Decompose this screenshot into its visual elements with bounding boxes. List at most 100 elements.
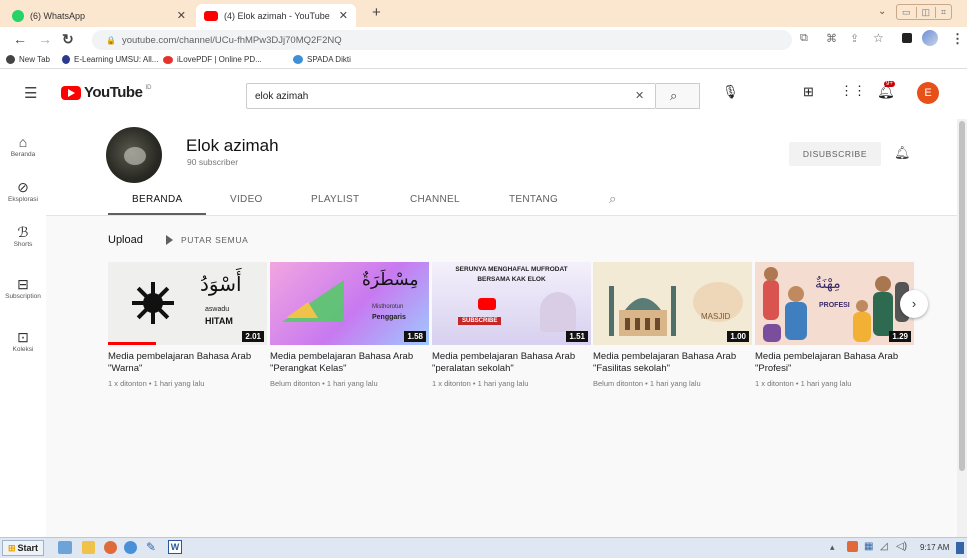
video-meta: Belum ditonton • 1 hari yang lalu <box>270 379 378 388</box>
search-box[interactable]: ✕ <box>246 83 656 109</box>
taskbar-desktop-icon[interactable] <box>58 541 72 554</box>
start-button[interactable]: ⊞ Start <box>2 540 45 556</box>
notification-bell-icon[interactable]: 🔔︎ <box>894 145 911 161</box>
account-avatar[interactable]: E <box>917 82 939 104</box>
back-icon[interactable]: ← <box>13 31 27 47</box>
browser-menu-icon[interactable]: ⋮ <box>951 31 964 47</box>
tab-beranda[interactable]: BERANDA <box>132 194 182 205</box>
show-desktop-button[interactable] <box>956 542 964 554</box>
notifications-button[interactable]: 🔔︎ 9+ <box>877 81 895 100</box>
active-tab-indicator <box>108 213 206 215</box>
cast-icon[interactable]: ⧉ <box>800 32 808 45</box>
new-tab-button[interactable]: + <box>372 4 381 21</box>
window-controls: ▭ ◫ ⌗ <box>896 4 953 20</box>
bookmark-ilovepdf[interactable]: iLovePDF | Online PD... <box>163 55 262 64</box>
search-button[interactable]: ⌕ <box>656 83 700 109</box>
carousel-next-button[interactable]: › <box>900 290 928 318</box>
tab-youtube[interactable]: (4) Elok azimah - YouTube ✕ <box>196 4 356 27</box>
close-window-icon[interactable]: ⌗ <box>935 6 951 18</box>
os-taskbar: ⊞ Start ✎ W ▴ ▦ ◿ ◁) 9:17 AM <box>0 537 967 558</box>
channel-avatar[interactable] <box>106 127 162 183</box>
url-text: youtube.com/channel/UCu-fhMPw3DJj70MQ2F2… <box>121 34 342 46</box>
tab-channel[interactable]: CHANNEL <box>410 194 460 205</box>
minimize-icon[interactable]: ▭ <box>897 7 916 18</box>
tab-search-icon[interactable]: ⌄ <box>878 6 886 17</box>
tray-network-icon[interactable]: ▦ <box>864 541 873 552</box>
page-scrollbar[interactable] <box>957 119 967 537</box>
search-input[interactable] <box>247 84 617 108</box>
play-all-label: PUTAR SEMUA <box>181 235 249 245</box>
bookmark-label: New Tab <box>19 55 50 64</box>
video-thumbnail[interactable]: MASJID 1.00 <box>593 262 752 345</box>
play-all-button[interactable]: PUTAR SEMUA <box>166 235 248 245</box>
tab-label: (6) WhatsApp <box>30 10 86 21</box>
bookmark-star-icon[interactable]: ☆ <box>873 31 884 45</box>
taskbar-chrome-icon[interactable] <box>124 541 137 554</box>
close-tab-icon[interactable]: ✕ <box>339 9 348 22</box>
microphone-icon[interactable]: 🎙 <box>722 84 739 100</box>
video-meta: Belum ditonton • 1 hari yang lalu <box>593 379 701 388</box>
clear-search-icon[interactable]: ✕ <box>635 89 644 102</box>
taskbar-word-icon[interactable]: W <box>168 540 182 554</box>
tray-app-icon[interactable] <box>847 541 858 552</box>
sidebar-item-koleksi[interactable]: ⊡ Koleksi <box>0 328 46 353</box>
presenter-figure <box>540 292 576 332</box>
translate-icon[interactable]: ⌘ <box>826 32 837 45</box>
taskbar-paint-icon[interactable]: ✎ <box>146 540 156 554</box>
video-title[interactable]: Media pembelajaran Bahasa Arab "Warna" <box>108 351 268 375</box>
tab-video[interactable]: VIDEO <box>230 194 263 205</box>
forward-icon[interactable]: → <box>38 31 52 47</box>
youtube-logo[interactable]: YouTube ID <box>61 84 151 101</box>
video-thumbnail[interactable]: مِهْنَةٌ PROFESI 1.29 <box>755 262 914 345</box>
thumb-arabic-text: أَسْوَدُ <box>200 272 242 296</box>
reload-icon[interactable]: ↻ <box>62 31 74 48</box>
tray-volume-icon[interactable]: ◁) <box>896 541 907 552</box>
video-title[interactable]: Media pembelajaran Bahasa Arab "peralata… <box>432 351 592 375</box>
channel-name: Elok azimah <box>186 136 279 155</box>
bookmark-new-tab[interactable]: New Tab <box>6 55 50 64</box>
tab-tentang[interactable]: TENTANG <box>509 194 558 205</box>
video-duration: 1.58 <box>404 331 426 342</box>
tray-arrow-icon[interactable]: ▴ <box>830 542 835 553</box>
thumb-transliteration: Misthorotun <box>372 304 404 310</box>
video-meta: 1 x ditonton • 1 hari yang lalu <box>108 379 205 388</box>
scrollbar-thumb[interactable] <box>959 121 965 471</box>
bookmark-spada[interactable]: SPADA Dikti <box>293 55 351 64</box>
video-thumbnail[interactable]: أَسْوَدُ aswadu HITAM 2.01 <box>108 262 267 345</box>
close-tab-icon[interactable]: ✕ <box>177 9 186 22</box>
sidebar: ⌂ Beranda ⊘ Eksplorasi ℬ Shorts ⊟ Subscr… <box>0 119 46 537</box>
sidebar-item-eksplorasi[interactable]: ⊘ Eksplorasi <box>0 178 46 203</box>
hamburger-menu-icon[interactable]: ☰ <box>24 84 37 102</box>
video-thumbnail[interactable]: مِسْطَرَةٌ Misthorotun Penggaris 1.58 <box>270 262 429 345</box>
sidebar-item-shorts[interactable]: ℬ Shorts <box>0 223 46 248</box>
profile-avatar-icon[interactable] <box>922 30 938 46</box>
channel-search-icon[interactable]: ⌕ <box>609 191 616 207</box>
sidebar-item-subscription[interactable]: ⊟ Subscription <box>0 275 46 300</box>
tray-signal-icon[interactable]: ◿ <box>880 541 888 552</box>
tab-whatsapp[interactable]: (6) WhatsApp ✕ <box>4 4 194 27</box>
share-icon[interactable]: ⇪ <box>850 32 859 45</box>
video-thumbnail[interactable]: SERUNYA MENGHAFAL MUFRODAT BERSAMA KAK E… <box>432 262 591 345</box>
apps-grid-icon[interactable]: ⋮⋮ <box>840 83 866 99</box>
thumb-meaning: HITAM <box>205 316 233 326</box>
address-bar[interactable]: 🔒 youtube.com/channel/UCu-fhMPw3DJj70MQ2… <box>92 30 792 50</box>
thumb-label: PROFESI <box>819 302 850 309</box>
create-video-icon[interactable]: ⊞ <box>803 84 814 100</box>
sidebar-item-beranda[interactable]: ⌂ Beranda <box>0 133 46 158</box>
play-icon <box>166 235 173 245</box>
bookmark-elearning[interactable]: E-Learning UMSU: All... <box>62 55 158 64</box>
video-title[interactable]: Media pembelajaran Bahasa Arab "Fasilita… <box>593 351 753 375</box>
taskbar-media-icon[interactable] <box>104 541 117 554</box>
clock[interactable]: 9:17 AM <box>920 543 949 552</box>
channel-header <box>46 119 967 216</box>
video-title[interactable]: Media pembelajaran Bahasa Arab "Profesi" <box>755 351 915 375</box>
taskbar-folder-icon[interactable] <box>82 541 95 554</box>
subscriptions-icon: ⊟ <box>17 276 29 292</box>
maximize-icon[interactable]: ◫ <box>915 6 936 18</box>
tab-playlist[interactable]: PLAYLIST <box>311 194 359 205</box>
subscribe-button[interactable]: DISUBSCRIBE <box>789 142 881 166</box>
lock-icon: 🔒 <box>106 35 116 45</box>
extension-icon[interactable] <box>902 33 912 43</box>
video-title[interactable]: Media pembelajaran Bahasa Arab "Perangka… <box>270 351 430 375</box>
sidebar-item-label: Koleksi <box>12 346 34 353</box>
